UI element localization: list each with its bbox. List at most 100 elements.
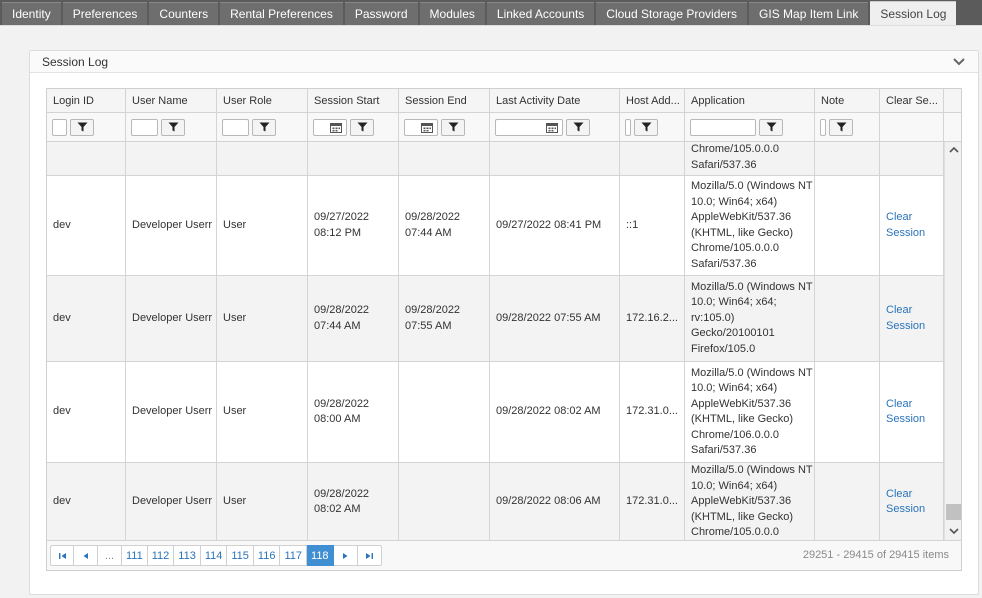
cell-line[interactable]: Session [886, 502, 925, 518]
cell-line[interactable]: Clear [886, 487, 925, 503]
chevron-down-icon[interactable] [952, 55, 966, 69]
filter-input-app[interactable] [690, 118, 756, 136]
cell-user: Developer Userr [126, 176, 217, 276]
next-page-icon[interactable] [333, 545, 358, 566]
cell-end: 09/28/2022 07:44 AM [399, 176, 490, 276]
cell-text: ::1 [626, 218, 639, 231]
tab-linked-accounts[interactable]: Linked Accounts [486, 2, 595, 25]
filter-icon[interactable] [759, 118, 783, 136]
table-row[interactable]: dev Developer Userr User 09/27/2022 08:12 PM… [47, 176, 944, 276]
cell-text: Developer Userr [132, 405, 213, 418]
tab-modules[interactable]: Modules [419, 2, 485, 25]
cell-app: Mozilla/5.0 (Windows NT 10.0; Win64; x64;… [685, 276, 815, 362]
filter-input-activity[interactable] [495, 118, 563, 136]
filter-icon[interactable] [70, 118, 94, 136]
calendar-icon[interactable] [543, 120, 561, 135]
cell-text: 09/28/2022 08:06 AM [496, 495, 601, 508]
filter-input-host[interactable] [625, 118, 631, 136]
column-header-clear[interactable]: Clear Se... [880, 89, 944, 113]
filter-icon[interactable] [441, 118, 465, 136]
cell-line[interactable]: Session [886, 226, 925, 242]
table-row[interactable]: dev Developer Userr User 09/28/2022 07:44 AM… [47, 276, 944, 362]
calendar-icon[interactable] [327, 120, 345, 135]
page-button-116[interactable]: 116 [253, 545, 281, 566]
column-header-app[interactable]: Application [685, 89, 815, 113]
cell-line[interactable]: Clear [886, 397, 925, 413]
session-log-panel: Session Log Login ID User Name User Role Se… [29, 50, 979, 595]
tab-session-log[interactable]: Session Log [870, 1, 957, 25]
cell-note [815, 276, 880, 362]
column-header-login[interactable]: Login ID [47, 89, 126, 113]
cell-line[interactable]: Clear [886, 210, 925, 226]
cell-line[interactable]: Clear [886, 303, 925, 319]
page-button-114[interactable]: 114 [200, 545, 228, 566]
column-header-start[interactable]: Session Start [308, 89, 399, 113]
filter-icon[interactable] [634, 118, 658, 136]
tab-preferences[interactable]: Preferences [62, 2, 148, 25]
column-header-end[interactable]: Session End [399, 89, 490, 113]
column-header-note[interactable]: Note [815, 89, 880, 113]
vertical-scrollbar[interactable] [944, 142, 961, 540]
cell-line: 07:44 AM [314, 319, 361, 332]
cell-text: 172.31.0... [626, 495, 678, 508]
page-ellipsis-button[interactable]: ... [98, 545, 122, 566]
column-header-user[interactable]: User Name [126, 89, 217, 113]
filter-icon[interactable] [566, 118, 590, 136]
panel-header[interactable]: Session Log [30, 51, 978, 73]
cell-text: 09/27/2022 08:41 PM [496, 218, 602, 231]
tab-counters[interactable]: Counters [149, 2, 219, 25]
cell-end: 09/28/2022 07:55 AM [399, 276, 490, 362]
cell-app: Mozilla/5.0 (Windows NT 10.0; Win64; x64)… [685, 176, 815, 276]
cell-line[interactable]: Session [886, 412, 925, 428]
grid-body[interactable]: Chrome/105.0.0.0 Safari/537.36 dev Develope… [47, 142, 944, 540]
filter-icon[interactable] [350, 118, 374, 136]
calendar-icon[interactable] [418, 120, 436, 135]
scroll-up-icon[interactable] [945, 142, 961, 158]
cell-note [815, 463, 880, 540]
filter-icon[interactable] [252, 118, 276, 136]
prev-page-icon[interactable] [74, 545, 98, 566]
filter-icon[interactable] [829, 118, 853, 136]
cell-host: ::1 [620, 176, 685, 276]
first-page-icon[interactable] [50, 545, 74, 566]
scroll-down-icon[interactable] [945, 523, 961, 539]
grid-filter-row [47, 113, 961, 142]
last-page-icon[interactable] [357, 545, 382, 566]
filter-cell-login [47, 113, 126, 142]
page-button-117[interactable]: 117 [280, 545, 308, 566]
page-button-115[interactable]: 115 [227, 545, 254, 566]
cell-note [815, 142, 880, 176]
page-button-111[interactable]: 111 [122, 545, 148, 566]
column-header-activity[interactable]: Last Activity Date [490, 89, 620, 113]
column-header-role[interactable]: User Role [217, 89, 308, 113]
table-row-partial[interactable]: Chrome/105.0.0.0 Safari/537.36 [47, 142, 944, 176]
cell-host: 172.31.0... [620, 463, 685, 540]
cell-line[interactable]: Session [886, 319, 925, 335]
filter-input-user[interactable] [131, 118, 158, 136]
page-button-112[interactable]: 112 [147, 545, 175, 566]
table-row[interactable]: dev Developer Userr User 09/28/2022 08:00 AM… [47, 362, 944, 463]
filter-input-role[interactable] [222, 118, 249, 136]
scrollbar-thumb[interactable] [946, 504, 961, 520]
filter-input-end[interactable] [404, 118, 438, 136]
filter-input-note[interactable] [820, 118, 826, 136]
page-button-118[interactable]: 118 [307, 545, 334, 566]
filter-input-start[interactable] [313, 118, 347, 136]
tab-password[interactable]: Password [344, 2, 418, 25]
page-button-113[interactable]: 113 [174, 545, 201, 566]
cell-line: Firefox/105.0 [691, 342, 756, 355]
cell-line: rv:105.0) [691, 311, 735, 324]
filter-icon[interactable] [161, 118, 185, 136]
tab-rental-preferences[interactable]: Rental Preferences [220, 2, 343, 25]
tab-identity[interactable]: Identity [2, 2, 61, 25]
tab-cloud-storage-providers[interactable]: Cloud Storage Providers [596, 2, 748, 25]
cell-line: Safari/537.36 [691, 158, 757, 171]
cell-line: (KHTML, like Gecko) [691, 413, 794, 425]
filter-cell-user [126, 113, 217, 142]
tab-gis-map-item-link[interactable]: GIS Map Item Link [749, 2, 869, 25]
table-row[interactable]: dev Developer Userr User 09/28/2022 08:02 AM… [47, 463, 944, 540]
filter-input-login[interactable] [52, 118, 67, 136]
cell-line: Chrome/105.0.0.0 [691, 242, 780, 254]
column-header-host[interactable]: Host Add... [620, 89, 685, 113]
cell-lines: Chrome/105.0.0.0 Safari/537.36 [691, 142, 779, 173]
